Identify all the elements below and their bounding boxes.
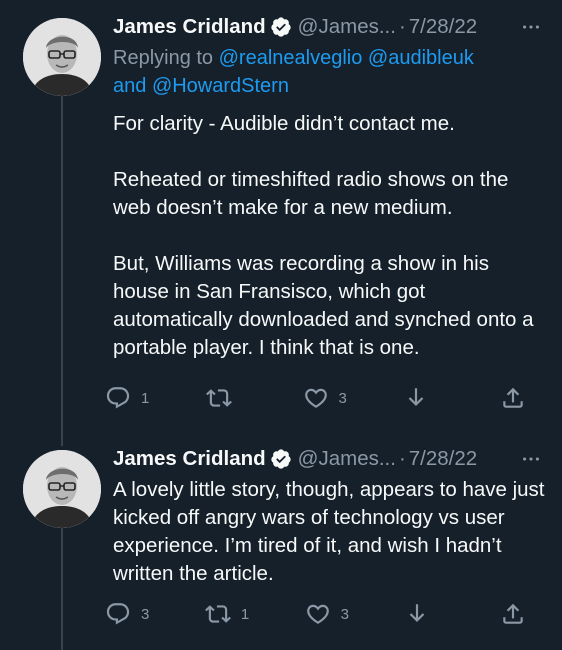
more-options-icon[interactable] — [516, 14, 546, 40]
verified-badge-icon — [271, 449, 291, 469]
author-name[interactable]: James Cridland — [113, 15, 266, 39]
share-icon — [503, 603, 523, 624]
tweet-date[interactable]: 7/28/22 — [409, 447, 477, 471]
share-button[interactable] — [500, 385, 540, 411]
mention-link[interactable]: @audibleuk — [368, 47, 474, 69]
like-button[interactable]: 3 — [303, 385, 347, 411]
like-count: 3 — [340, 605, 349, 623]
thread-line — [61, 96, 63, 432]
bookmark-button[interactable] — [403, 385, 443, 411]
mention-link[interactable]: @realnealveglio — [219, 47, 363, 69]
retweet-icon — [205, 389, 232, 407]
reply-count: 1 — [141, 389, 150, 407]
more-options-icon[interactable] — [516, 446, 546, 472]
tweet-actions: 1 3 — [105, 382, 540, 414]
share-button[interactable] — [500, 601, 540, 627]
reply-count: 3 — [141, 605, 150, 623]
replying-to-and: and — [113, 75, 147, 97]
download-arrow-icon — [410, 604, 425, 623]
tweet-actions: 3 1 3 — [105, 598, 540, 630]
reply-icon — [106, 603, 130, 625]
retweet-button[interactable]: 1 — [204, 601, 250, 627]
reply-button[interactable]: 3 — [105, 601, 149, 627]
separator-dot: · — [398, 447, 406, 470]
tweet-text: A lovely little story, though, appears t… — [113, 478, 545, 585]
replying-to-label: Replying to — [113, 47, 214, 69]
avatar[interactable] — [23, 18, 101, 96]
replying-to: Replying to @realnealveglio @audibleuk a… — [113, 44, 548, 100]
author-name[interactable]: James Cridland — [113, 447, 266, 471]
like-button[interactable]: 3 — [305, 601, 349, 627]
thread-line — [61, 528, 63, 650]
download-arrow-icon — [408, 388, 425, 408]
author-handle[interactable]: @James... — [298, 447, 396, 471]
heart-icon — [306, 604, 329, 624]
tweet-date[interactable]: 7/28/22 — [409, 15, 477, 39]
avatar-photo-icon — [23, 18, 101, 96]
like-count: 3 — [338, 389, 347, 407]
retweet-count: 1 — [240, 605, 250, 623]
tweet[interactable]: James Cridland @James... · 7/28/22 A lov… — [0, 432, 562, 650]
reply-icon — [106, 387, 130, 409]
bookmark-button[interactable] — [404, 601, 444, 627]
thread-line — [61, 432, 63, 446]
verified-badge-icon — [271, 17, 291, 37]
retweet-icon — [204, 605, 231, 623]
author-handle[interactable]: @James... — [298, 15, 396, 39]
tweet-text: For clarity - Audible didn’t contact me.… — [113, 112, 534, 359]
reply-button[interactable]: 1 — [105, 385, 149, 411]
avatar-photo-icon — [23, 450, 101, 528]
mention-link[interactable]: @HowardStern — [152, 75, 289, 97]
avatar[interactable] — [23, 450, 101, 528]
retweet-button[interactable] — [205, 385, 246, 411]
share-icon — [503, 387, 523, 408]
separator-dot: · — [398, 15, 406, 38]
heart-icon — [304, 388, 327, 408]
tweet[interactable]: James Cridland @James... · 7/28/22 Reply… — [0, 0, 562, 432]
